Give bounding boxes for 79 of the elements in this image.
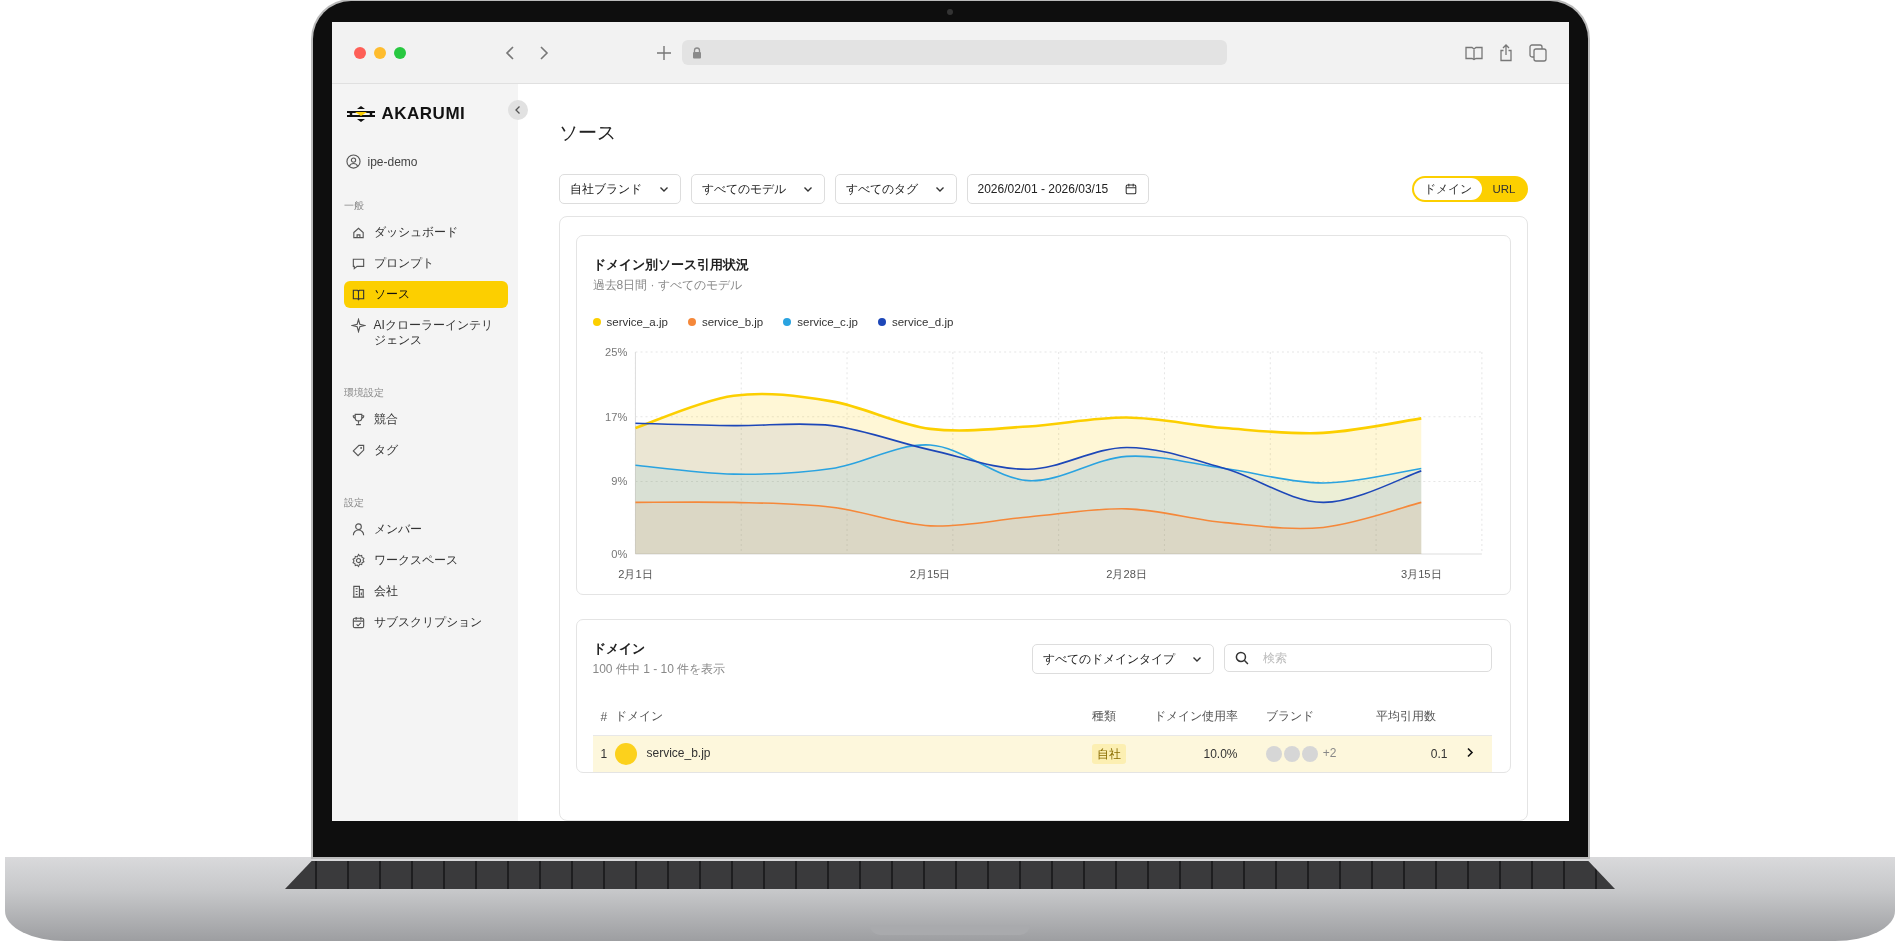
type-tag: 自社 [1091,743,1126,764]
close-window-button[interactable] [353,46,366,59]
toggle-option[interactable]: URL [1482,178,1526,200]
nav-item[interactable]: メンバー [343,516,508,543]
user-avatar-icon [345,154,361,169]
brand-avatar [1283,746,1300,763]
brand-logo: AKARUMI [381,104,466,124]
person-icon [350,522,366,537]
camera-icon [947,9,953,15]
domain-cell: service_b.jp [646,746,711,761]
filter-dropdown[interactable]: 自社ブランド [558,174,681,204]
collapse-sidebar-button[interactable] [507,100,528,120]
usage-cell: 10.0% [1203,747,1238,762]
nav-item[interactable]: サブスクリプション [343,609,508,636]
column-header: ドメイン使用率 [1153,709,1238,724]
chevron-right-icon[interactable] [1465,747,1474,759]
filter-dropdown[interactable]: すべてのタグ [834,174,957,204]
section-label: 一般 [343,199,365,213]
domain-avatar [614,743,637,766]
toggle-option[interactable]: ドメイン [1414,178,1483,200]
card-subtitle: 過去8日間 · すべてのモデル [592,277,743,294]
y-axis-label: 25% [604,346,627,359]
y-axis-label: 17% [604,410,627,423]
calendar-icon [350,615,366,630]
nav-item[interactable]: 会社 [343,578,508,605]
nav-item[interactable]: AIクローラーインテリジェンス [343,312,508,354]
workspace-name: ipe-demo [367,154,418,169]
maximize-window-button[interactable] [393,46,406,59]
sparkle-icon [350,318,366,333]
legend-label: service_c.jp [797,316,858,328]
search-field[interactable]: 検索 [1223,644,1492,673]
brand-avatar [1301,746,1318,763]
speech-bubble-icon [350,256,366,271]
result-count: 100 件中 1 - 10 件を表示 [592,661,726,679]
chevron-left-icon [513,105,522,115]
book-icon [350,287,366,302]
column-header: # [600,709,608,724]
column-header: ドメイン [614,709,663,724]
nav-item[interactable]: ワークスペース [343,547,508,574]
calendar-icon [1124,182,1139,196]
filter-dropdown[interactable]: すべてのモデル [690,174,825,204]
card-title: ドメイン [592,640,646,659]
home-icon [350,225,366,240]
rank-cell: 1 [600,747,608,762]
x-axis-label: 3月15日 [1400,568,1442,581]
domain-type-dropdown[interactable]: すべてのドメインタイプ [1031,644,1214,675]
nav-item[interactable]: ダッシュボード [343,219,508,246]
nav-item[interactable]: 競合 [343,406,508,433]
legend-label: service_b.jp [701,316,764,328]
citations-cell: 0.1 [1430,747,1448,762]
lock-icon [691,46,702,59]
column-header: 平均引用数 [1375,709,1436,724]
section-label: 設定 [343,496,365,510]
y-axis-label: 9% [610,475,627,488]
tag-icon [350,443,366,458]
trophy-icon [350,412,366,427]
settings-icon [350,553,366,568]
card-title: ドメイン別ソース引用状況 [592,256,750,274]
building-icon [350,584,366,599]
x-axis-label: 2月1日 [617,568,653,581]
tabs-icon[interactable] [1528,43,1547,62]
nav-item[interactable]: ソース [343,281,508,308]
x-axis-label: 2月15日 [909,568,950,581]
column-header: 種類 [1091,709,1116,724]
column-header: ブランド [1265,709,1314,724]
nav-item[interactable]: タグ [343,437,508,464]
y-axis-label: 0% [610,548,627,561]
book-icon[interactable] [1464,44,1483,61]
x-axis-label: 2月28日 [1105,568,1147,581]
page-title: ソース [558,121,617,145]
more-brands-count: +2 [1322,746,1337,761]
date-range-picker[interactable]: 2026/02/01 - 2026/03/15 [966,174,1150,204]
nav-item[interactable]: プロンプト [343,250,508,277]
new-tab-icon[interactable] [655,44,672,61]
section-label: 環境設定 [343,386,385,400]
share-icon[interactable] [1498,43,1513,62]
legend-label: service_d.jp [891,316,954,328]
legend-label: service_a.jp [606,316,668,328]
logo-icon [345,105,376,123]
